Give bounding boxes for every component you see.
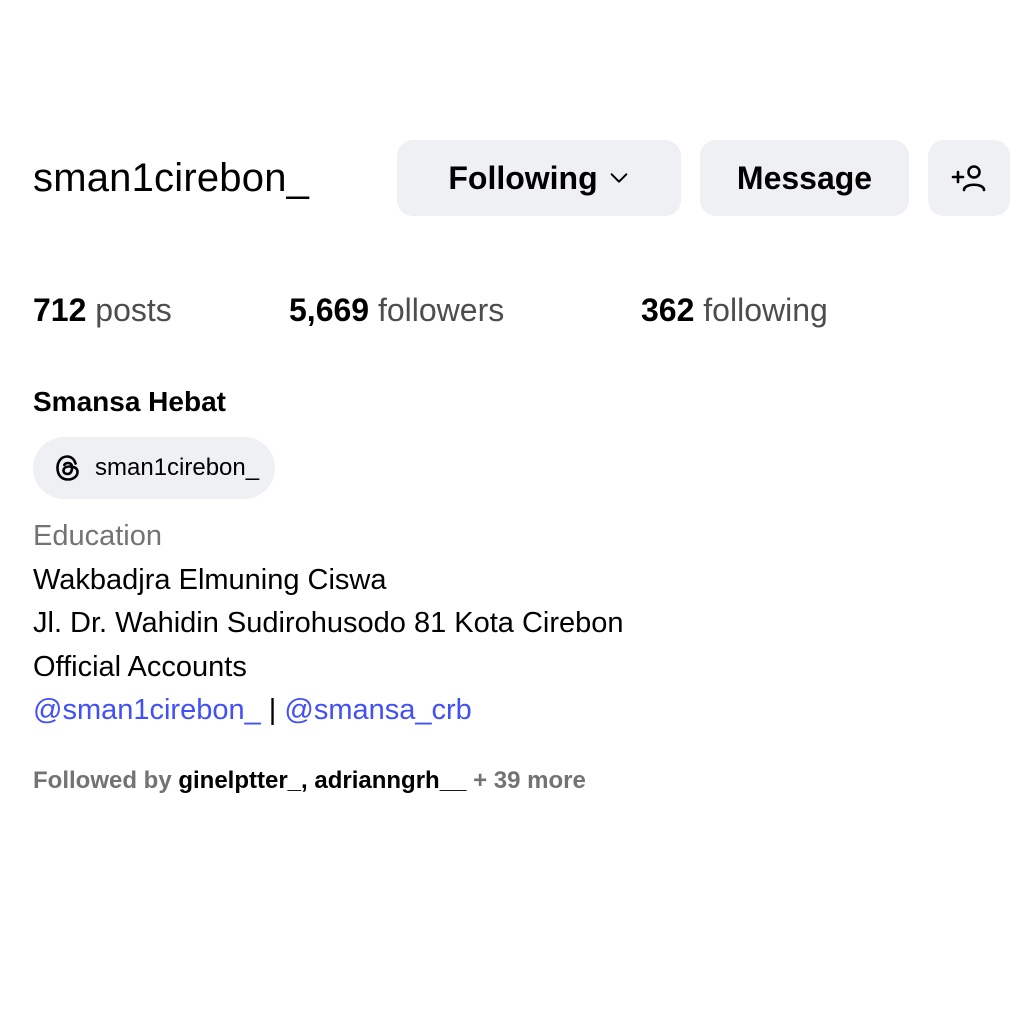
posts-label: posts: [95, 292, 172, 328]
bio-mention-link[interactable]: @sman1cirebon_: [33, 694, 261, 726]
chevron-down-icon: [608, 167, 630, 189]
bio-line: Jl. Dr. Wahidin Sudirohusodo 81 Kota Cir…: [33, 607, 624, 639]
followers-stat[interactable]: 5,669 followers: [289, 290, 641, 330]
posts-count: 712: [33, 292, 87, 328]
profile-bio: Education Wakbadjra Elmuning Ciswa Jl. D…: [33, 515, 624, 733]
followed-by-text[interactable]: Followed by ginelptter_, adrianngrh__ + …: [33, 764, 586, 798]
following-stat[interactable]: 362 following: [641, 290, 828, 330]
profile-display-name: Smansa Hebat: [33, 386, 226, 417]
suggest-accounts-button[interactable]: [928, 140, 1010, 216]
followed-by-prefix: Followed by: [33, 767, 172, 794]
profile-stats: 712 posts 5,669 followers 362 following: [33, 290, 828, 330]
following-stat-label: following: [703, 292, 828, 328]
bio-separator: |: [268, 694, 277, 726]
message-button-label: Message: [736, 159, 873, 196]
posts-stat: 712 posts: [33, 290, 289, 330]
threads-handle: sman1cirebon_: [95, 454, 260, 481]
following-button-label: Following: [448, 159, 598, 196]
bio-mention-link[interactable]: @smansa_crb: [284, 694, 471, 726]
bio-line: Official Accounts: [33, 650, 247, 683]
profile-username: sman1cirebon_: [33, 156, 310, 200]
threads-icon: [53, 453, 83, 483]
threads-link-badge[interactable]: sman1cirebon_: [33, 437, 276, 499]
mutual-follower-name: adrianngrh__: [314, 767, 467, 794]
following-count: 362: [641, 292, 695, 328]
followers-count: 5,669: [289, 292, 370, 328]
bio-line: Wakbadjra Elmuning Ciswa: [33, 563, 387, 596]
mutual-separator: ,: [301, 767, 308, 794]
message-button[interactable]: Message: [700, 140, 909, 216]
profile-header: sman1cirebon_ Following Message: [33, 140, 1010, 216]
bio-links-line: @sman1cirebon_ | @smansa_crb: [33, 689, 624, 733]
following-button[interactable]: Following: [397, 140, 681, 216]
add-user-icon: [949, 158, 989, 198]
followers-label: followers: [377, 292, 505, 328]
profile-page: sman1cirebon_ Following Message 712 post…: [0, 0, 1024, 1024]
profile-category: Education: [33, 520, 162, 552]
mutual-followers-more: + 39 more: [473, 767, 586, 794]
mutual-follower-name: ginelptter_: [178, 767, 302, 794]
